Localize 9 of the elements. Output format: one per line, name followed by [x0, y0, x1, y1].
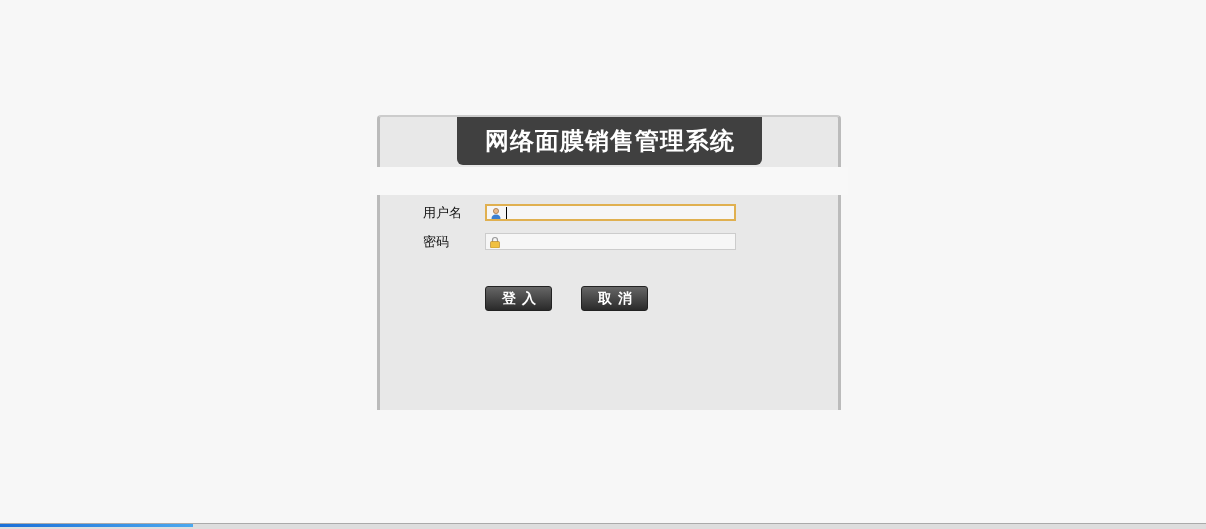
user-icon	[490, 206, 502, 219]
cancel-button[interactable]: 取消	[581, 286, 648, 311]
field-label: 用户名	[423, 203, 463, 222]
input-field[interactable]	[485, 233, 736, 250]
login-button[interactable]: 登入	[485, 286, 552, 311]
app-title: 网络面膜销售管理系统	[457, 117, 762, 165]
lock-icon	[489, 235, 501, 248]
input-field[interactable]	[485, 204, 736, 221]
field-label: 密码	[423, 232, 450, 251]
